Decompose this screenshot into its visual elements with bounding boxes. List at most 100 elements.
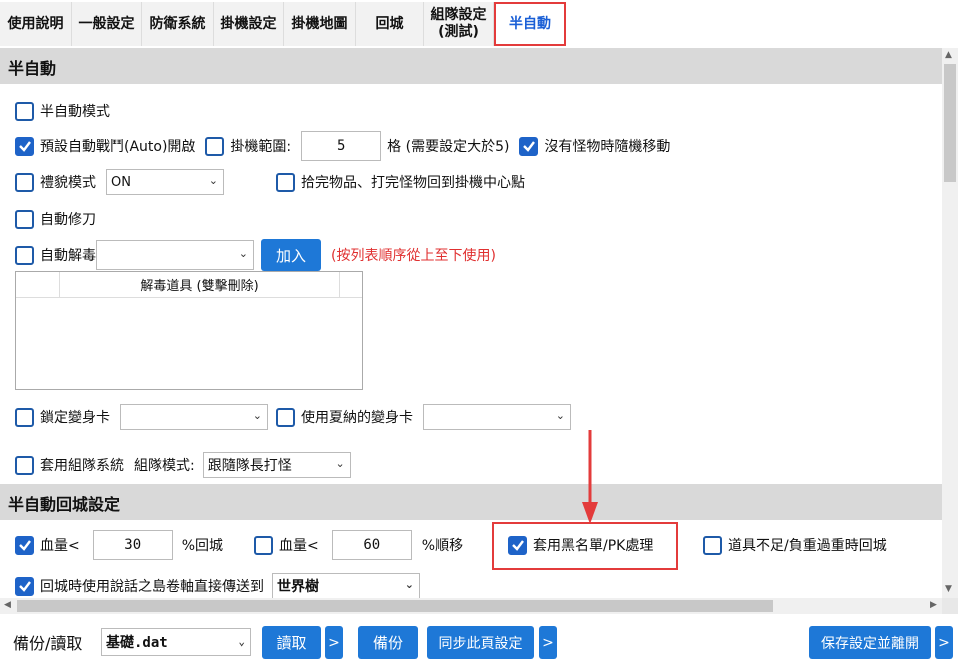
auto-battle-row: 預設自動戰鬥(Auto)開啟 掛機範圍: 5 格 (需要設定大於5) 沒有怪物時… [15,131,671,161]
read-more-button[interactable]: > [325,626,343,659]
tab-hangup[interactable]: 掛機設定 [214,2,284,46]
hp-return-suffix: %回城 [181,538,224,554]
courtesy-row: 禮貌模式 ON ⌄ 拾完物品、打完怪物回到掛機中心點 [15,168,525,196]
chevron-down-icon: ⌄ [555,409,565,422]
courtesy-select[interactable]: ON ⌄ [106,169,224,195]
range-checkbox[interactable] [205,136,225,156]
auto-detox-checkbox[interactable] [15,245,34,265]
tab-party[interactable]: 組隊設定 (測試) [424,2,494,46]
vertical-scrollbar[interactable]: ▲ ▼ [942,48,958,598]
party-label: 套用組隊系統 [40,458,124,474]
auto-battle-label: 預設自動戰鬥(Auto)開啟 [40,139,196,155]
hp-move-input[interactable]: 60 [331,530,412,560]
tab-bar: 使用說明 一般設定 防衛系統 掛機設定 掛機地圖 回城 組隊設定 (測試) 半自… [0,0,958,48]
tab-general[interactable]: 一般設定 [72,2,142,46]
horizontal-scroll-thumb[interactable] [17,600,773,612]
hp-return-label: 血量< [40,538,80,554]
detox-list-column-blank [16,272,60,297]
save-more-button[interactable]: > [935,626,953,659]
party-mode-select[interactable]: 跟隨隊長打怪 ⌄ [202,452,351,478]
scroll-corner [942,598,958,614]
chevron-down-icon: ⌄ [404,578,414,591]
chevron-down-icon: ⌄ [238,635,245,648]
auto-detox-select[interactable]: ⌄ [96,240,254,270]
backup-label: 備份/讀取 [13,634,83,653]
tab-hangup-map[interactable]: 掛機地圖 [284,2,356,46]
xiana-poly-label: 使用夏納的變身卡 [301,410,413,426]
courtesy-label: 禮貌模式 [40,175,96,191]
party-checkbox[interactable] [15,455,34,475]
section-semi-auto-header: 半自動 [0,48,942,84]
xiana-poly-checkbox[interactable] [276,407,295,427]
read-button[interactable]: 讀取 [262,626,321,659]
poly-row: 鎖定變身卡 ⌄ 使用夏納的變身卡 ⌄ [15,403,571,431]
detox-list[interactable]: 解毒道具 (雙擊刪除) [15,271,363,390]
auto-battle-checkbox[interactable] [15,136,34,156]
tab-defense[interactable]: 防衛系統 [142,2,214,46]
section-return-header: 半自動回城設定 [0,484,942,520]
sync-more-button[interactable]: > [539,626,557,659]
hp-move-checkbox[interactable] [254,535,274,555]
hp-row: 血量< 30 %回城 血量< 60 %順移 [15,530,463,560]
semi-auto-mode-label: 半自動模式 [40,104,110,120]
item-short-checkbox[interactable] [703,535,722,555]
backup-file-select[interactable]: 基礎.dat ⌄ [101,628,251,656]
chevron-down-icon: ⌄ [208,174,218,187]
range-label: 掛機範圍: [230,139,292,155]
settings-panel: 半自動 半自動模式 預設自動戰鬥(Auto)開啟 掛機範圍: 5 格 (需要設定… [0,48,942,598]
auto-detox-label: 自動解毒 [40,248,96,264]
backup-file-value: 基礎.dat [106,635,168,651]
tab-return-town[interactable]: 回城 [356,2,424,46]
hp-move-label: 血量< [279,538,319,554]
scroll-send-row: 回城時使用說話之島卷軸直接傳送到 世界樹 ⌄ [15,572,420,598]
blacklist-highlight [492,522,678,570]
chevron-down-icon: ⌄ [252,409,262,422]
random-move-label: 沒有怪物時隨機移動 [544,139,671,155]
party-mode-select-value: 跟隨隊長打怪 [207,458,292,474]
auto-repair-checkbox[interactable] [15,209,34,229]
backup-button[interactable]: 備份 [358,626,418,659]
detox-order-hint: (按列表順序從上至下使用) [331,248,496,264]
tab-semi-auto[interactable]: 半自動 [494,2,566,46]
tab-usage[interactable]: 使用說明 [0,2,72,46]
scroll-send-label: 回城時使用說話之島卷軸直接傳送到 [40,579,264,595]
scroll-down-icon[interactable]: ▼ [945,584,952,594]
range-input[interactable]: 5 [301,131,382,161]
random-move-checkbox[interactable] [519,136,539,156]
lock-poly-label: 鎖定變身卡 [40,410,110,426]
auto-detox-row: 自動解毒 ⌄ 加入 (按列表順序從上至下使用) [15,239,496,271]
auto-repair-label: 自動修刀 [40,212,96,228]
item-short-row: 道具不足/負重過重時回城 [703,531,887,559]
scroll-left-icon[interactable]: ◀ [4,600,11,610]
horizontal-scrollbar[interactable]: ◀ ▶ [0,598,942,614]
courtesy-select-value: ON [111,174,131,190]
add-detox-button[interactable]: 加入 [261,239,321,271]
return-center-checkbox[interactable] [276,172,295,192]
chevron-down-icon: ⌄ [238,247,248,260]
save-and-exit-button[interactable]: 保存設定並離開 [809,626,931,659]
hp-return-input[interactable]: 30 [92,530,173,560]
scroll-up-icon[interactable]: ▲ [945,50,952,60]
hp-return-checkbox[interactable] [15,535,34,555]
annotation-arrow-icon [582,430,598,524]
scroll-send-checkbox[interactable] [15,576,34,596]
item-short-label: 道具不足/負重過重時回城 [728,538,887,554]
scroll-right-icon[interactable]: ▶ [930,600,937,610]
range-suffix: 格 (需要設定大於5) [387,139,510,155]
detox-list-column-item[interactable]: 解毒道具 (雙擊刪除) [60,272,340,297]
semi-auto-mode-checkbox[interactable] [15,101,34,121]
scroll-send-select[interactable]: 世界樹 ⌄ [272,573,420,598]
vertical-scroll-thumb[interactable] [944,64,956,182]
courtesy-checkbox[interactable] [15,172,34,192]
lock-poly-checkbox[interactable] [15,407,34,427]
lock-poly-select[interactable]: ⌄ [120,404,268,430]
sync-page-button[interactable]: 同步此頁設定 [427,626,534,659]
xiana-poly-select[interactable]: ⌄ [423,404,571,430]
auto-repair-row: 自動修刀 [15,205,96,233]
bottom-toolbar: 備份/讀取 基礎.dat ⌄ 讀取 > 備份 同步此頁設定 > 保存設定並離開 > [0,618,958,664]
semi-auto-mode-row: 半自動模式 [15,97,110,125]
return-center-label: 拾完物品、打完怪物回到掛機中心點 [301,175,525,191]
scroll-send-select-value: 世界樹 [277,579,319,595]
party-mode-label: 組隊模式: [134,458,195,474]
chevron-down-icon: ⌄ [335,457,345,470]
